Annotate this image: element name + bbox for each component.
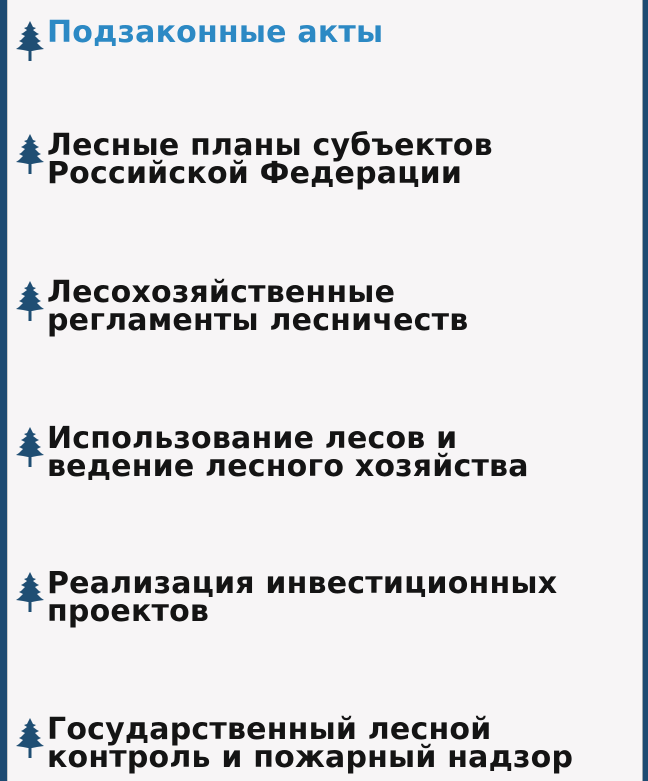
- fir-tree-icon: [14, 132, 46, 176]
- menu-item-label: Реализация инвестиционных проектов: [47, 569, 557, 629]
- fir-tree-icon: [14, 570, 46, 614]
- menu-item-label-line: ведение лесного хозяйства: [47, 449, 529, 484]
- fir-tree-icon: [14, 716, 46, 760]
- menu-item-label: Лесохозяйственные регламенты лесничеств: [47, 278, 469, 338]
- menu-item-label-line: Российской Федерации: [47, 156, 463, 191]
- menu-item-label-line: Подзаконные акты: [47, 15, 384, 50]
- fir-tree-icon: [14, 425, 46, 469]
- menu-item-label: Лесные планы субъектов Российской Федера…: [47, 131, 493, 191]
- menu-item-label-line: регламенты лесничеств: [47, 303, 469, 338]
- menu-item-forest-plans[interactable]: Лесные планы субъектов Российской Федера…: [8, 131, 493, 191]
- fir-tree-icon: [14, 19, 46, 63]
- menu-item-investment-projects[interactable]: Реализация инвестиционных проектов: [8, 569, 557, 629]
- menu-item-label: Государственный лесной контроль и пожарн…: [47, 715, 574, 775]
- menu-item-forest-control[interactable]: Государственный лесной контроль и пожарн…: [8, 715, 574, 775]
- navigation-panel: Подзаконные акты Лесные планы субъектов …: [7, 0, 643, 781]
- menu-item-bylaws[interactable]: Подзаконные акты: [8, 15, 384, 63]
- menu-item-label: Использование лесов и ведение лесного хо…: [47, 424, 529, 484]
- menu-item-label-line: проектов: [47, 594, 210, 629]
- menu-item-forestry-regulations[interactable]: Лесохозяйственные регламенты лесничеств: [8, 278, 469, 338]
- fir-tree-icon: [14, 279, 46, 323]
- menu-item-forest-use[interactable]: Использование лесов и ведение лесного хо…: [8, 424, 529, 484]
- menu-item-label: Подзаконные акты: [47, 15, 384, 50]
- menu-item-label-line: контроль и пожарный надзор: [47, 740, 574, 775]
